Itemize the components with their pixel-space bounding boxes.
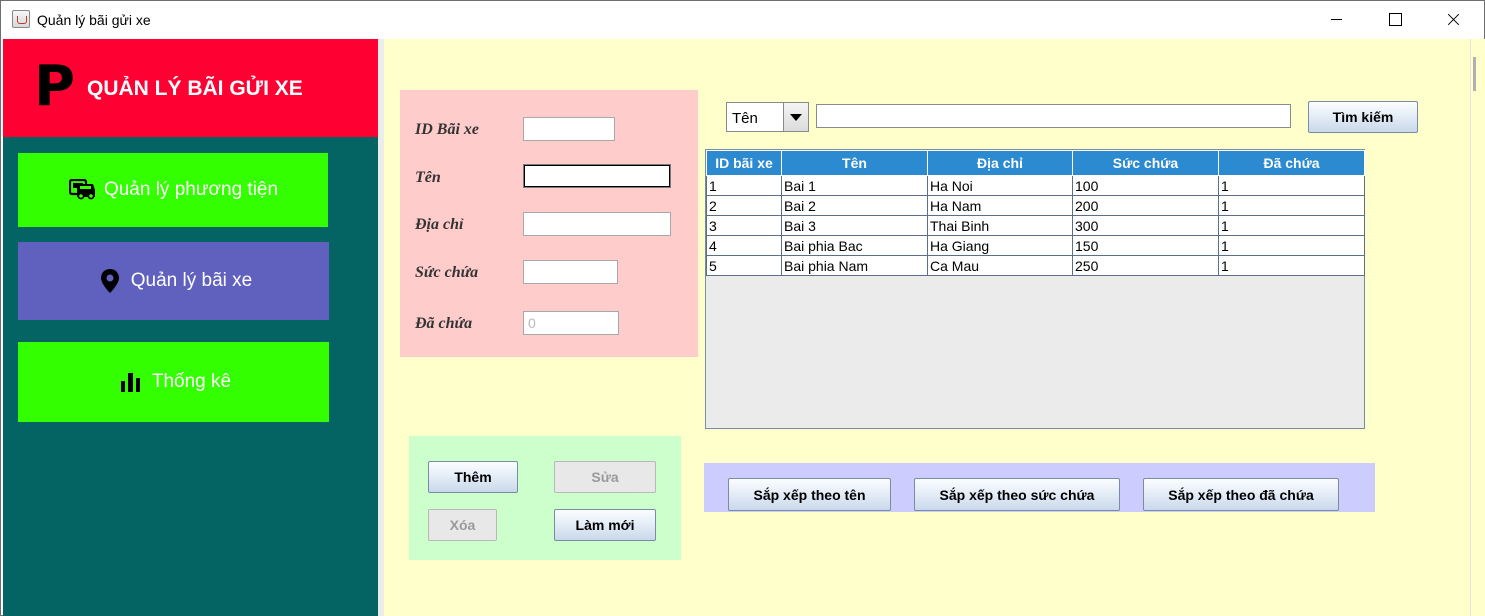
table-row[interactable]: 5 Bai phia Nam Ca Mau 250 1	[706, 255, 1365, 276]
table-cell: 1	[1218, 175, 1365, 196]
table-row[interactable]: 3 Bai 3 Thai Binh 300 1	[706, 215, 1365, 236]
java-app-icon	[12, 10, 30, 28]
close-icon[interactable]	[1424, 1, 1482, 38]
sort-by-capacity-button[interactable]: Sắp xếp theo sức chứa	[914, 478, 1120, 511]
column-header-occupied[interactable]: Đã chứa	[1218, 150, 1365, 176]
table-row[interactable]: 4 Bai phia Bac Ha Giang 150 1	[706, 235, 1365, 256]
id-label: ID Bãi xe	[415, 121, 479, 138]
table-cell: 1	[1218, 215, 1365, 236]
search-button[interactable]: Tìm kiếm	[1308, 101, 1418, 133]
title-bar[interactable]: Quản lý bãi gửi xe	[1, 1, 1484, 38]
table-cell: Bai 3	[781, 215, 928, 236]
add-button[interactable]: Thêm	[428, 461, 518, 493]
edit-button[interactable]: Sửa	[554, 461, 656, 493]
table-cell: 4	[706, 235, 782, 256]
parking-lot-table[interactable]: ID bãi xe Tên Địa chỉ Sức chứa Đã chứa 1…	[705, 149, 1365, 429]
search-field-select[interactable]: Tên	[726, 102, 809, 132]
table-cell: Ca Mau	[927, 255, 1073, 276]
table-cell: Bai phia Bac	[781, 235, 928, 256]
table-row[interactable]: 2 Bai 2 Ha Nam 200 1	[706, 195, 1365, 216]
sidebar-item-label: Quản lý phương tiện	[103, 179, 279, 200]
table-cell: 250	[1072, 255, 1219, 276]
sort-panel: Sắp xếp theo tên Sắp xếp theo sức chứa S…	[704, 463, 1375, 512]
column-header-capacity[interactable]: Sức chứa	[1072, 150, 1219, 176]
map-pin-icon	[95, 268, 125, 294]
table-cell: Ha Nam	[927, 195, 1073, 216]
sidebar: P QUẢN LÝ BÃI GỬI XE Quản lý phương tiện	[3, 39, 378, 616]
table-cell: Bai 2	[781, 195, 928, 216]
app-heading: QUẢN LÝ BÃI GỬI XE	[87, 77, 303, 100]
window-title: Quản lý bãi gửi xe	[37, 12, 151, 28]
table-cell: 200	[1072, 195, 1219, 216]
car-icon	[68, 177, 98, 203]
table-cell: Bai 1	[781, 175, 928, 196]
sidebar-item-vehicles[interactable]: Quản lý phương tiện	[18, 153, 328, 227]
table-cell: 2	[706, 195, 782, 216]
address-field[interactable]	[523, 212, 671, 236]
action-panel: Thêm Sửa Xóa Làm mới	[409, 436, 681, 560]
table-cell: 300	[1072, 215, 1219, 236]
id-field[interactable]	[523, 117, 615, 141]
parking-lot-form: ID Bãi xe Tên Địa chỉ Sức chứa Đã chứa	[400, 90, 698, 357]
occupied-field	[523, 311, 619, 335]
sidebar-item-statistics[interactable]: Thống kê	[18, 342, 329, 422]
sort-by-occupied-button[interactable]: Sắp xếp theo đã chứa	[1143, 478, 1339, 511]
minimize-icon[interactable]	[1308, 1, 1366, 38]
column-header-name[interactable]: Tên	[781, 150, 928, 176]
search-field-value: Tên	[732, 110, 758, 127]
table-cell: Ha Giang	[927, 235, 1073, 256]
sidebar-header: P QUẢN LÝ BÃI GỬI XE	[3, 39, 378, 137]
table-cell: 3	[706, 215, 782, 236]
table-cell: 1	[1218, 255, 1365, 276]
table-cell: Ha Noi	[927, 175, 1073, 196]
table-cell: 1	[1218, 235, 1365, 256]
sidebar-item-parking-lots[interactable]: Quản lý bãi xe	[18, 242, 329, 320]
name-label: Tên	[415, 169, 441, 186]
occupied-label: Đã chứa	[415, 315, 473, 332]
table-cell: 5	[706, 255, 782, 276]
column-header-id[interactable]: ID bãi xe	[706, 150, 782, 176]
table-header-row: ID bãi xe Tên Địa chỉ Sức chứa Đã chứa	[706, 150, 1365, 176]
sidebar-item-label: Quản lý bãi xe	[130, 270, 253, 291]
table-cell: 100	[1072, 175, 1219, 196]
vertical-scrollbar[interactable]	[1470, 39, 1485, 616]
refresh-button[interactable]: Làm mới	[554, 509, 656, 541]
sidebar-item-label: Thống kê	[151, 371, 232, 392]
table-cell: 150	[1072, 235, 1219, 256]
capacity-label: Sức chứa	[415, 264, 479, 281]
table-cell: 1	[1218, 195, 1365, 216]
chevron-down-icon[interactable]	[783, 103, 808, 131]
table-cell: Thai Binh	[927, 215, 1073, 236]
table-cell: Bai phia Nam	[781, 255, 928, 276]
table-cell: 1	[706, 175, 782, 196]
address-label: Địa chỉ	[415, 216, 464, 233]
column-header-address[interactable]: Địa chỉ	[927, 150, 1073, 176]
sort-by-name-button[interactable]: Sắp xếp theo tên	[728, 478, 891, 511]
name-field[interactable]	[523, 164, 671, 188]
delete-button[interactable]: Xóa	[428, 509, 497, 541]
capacity-field[interactable]	[523, 260, 618, 284]
maximize-icon[interactable]	[1366, 1, 1424, 38]
app-window: Quản lý bãi gửi xe P QUẢN LÝ BÃI GỬI XE …	[0, 0, 1485, 616]
search-input[interactable]	[816, 104, 1291, 128]
table-row[interactable]: 1 Bai 1 Ha Noi 100 1	[706, 175, 1365, 196]
scrollbar-thumb[interactable]	[1473, 57, 1476, 91]
bar-chart-icon	[116, 369, 146, 395]
parking-logo: P	[34, 54, 76, 119]
